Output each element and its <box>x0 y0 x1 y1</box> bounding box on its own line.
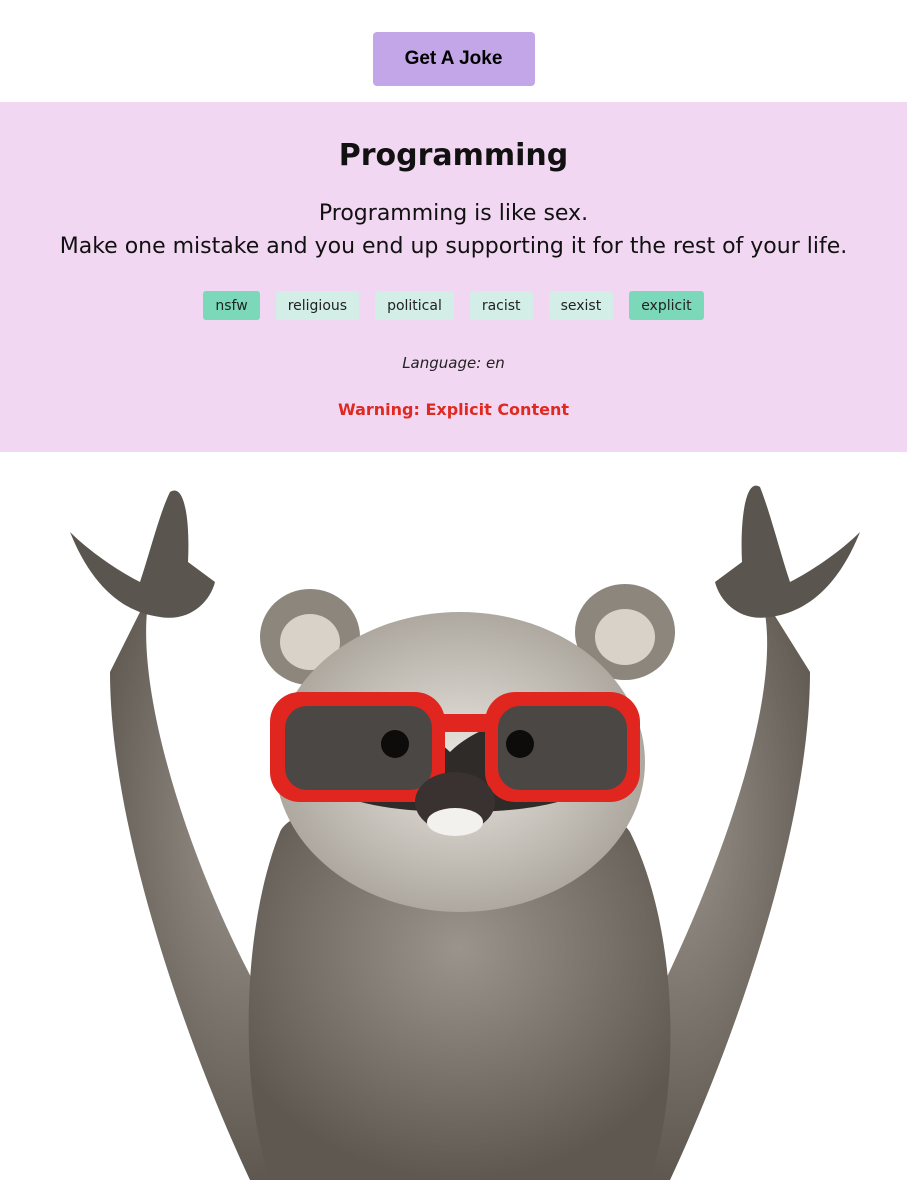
joke-text: Programming is like sex. Make one mistak… <box>0 197 907 263</box>
flag-sexist: sexist <box>548 291 614 320</box>
explicit-warning: Warning: Explicit Content <box>338 400 569 419</box>
top-bar: Get A Joke <box>0 0 907 102</box>
flag-nsfw: nsfw <box>203 291 260 320</box>
joke-language: Language: en <box>402 354 505 372</box>
get-joke-button[interactable]: Get A Joke <box>372 32 535 86</box>
raccoon-image <box>0 452 907 1180</box>
flag-racist: racist <box>469 291 533 320</box>
joke-line-1: Programming is like sex. <box>318 201 589 226</box>
flag-explicit: explicit <box>629 291 704 320</box>
joke-line-2: Make one mistake and you end up supporti… <box>59 234 848 259</box>
joke-category: Programming <box>338 138 569 173</box>
flag-list: nsfw religious political racist sexist e… <box>0 291 907 320</box>
flag-religious: religious <box>275 291 360 320</box>
raccoon-illustration <box>70 485 860 1180</box>
joke-card: Programming Programming is like sex. Mak… <box>0 102 907 452</box>
flag-political: political <box>375 291 454 320</box>
